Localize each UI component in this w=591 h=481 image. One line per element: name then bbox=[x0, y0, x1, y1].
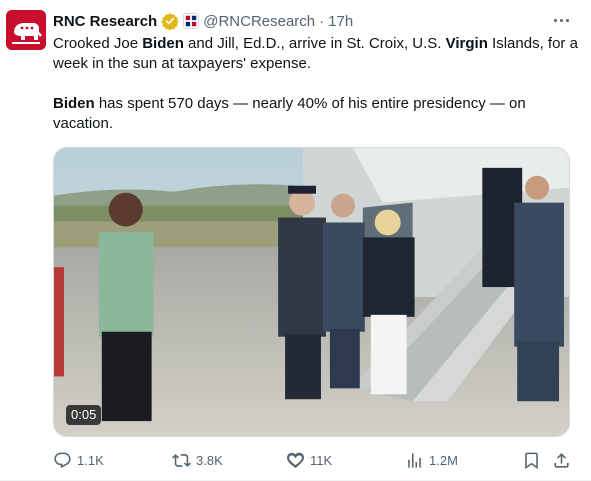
repost-count: 3.8K bbox=[196, 452, 223, 468]
video-duration: 0:05 bbox=[66, 405, 102, 425]
bold-text: Virgin bbox=[445, 35, 488, 52]
tweet-paragraph-1: Crooked Joe Biden and Jill, Ed.D., arriv… bbox=[53, 34, 578, 74]
reply-button[interactable]: 1.1K bbox=[53, 448, 104, 472]
tweet-text: Crooked Joe Biden and Jill, Ed.D., arriv… bbox=[53, 34, 578, 134]
video-player[interactable]: 0:05 bbox=[53, 147, 570, 437]
rnc-elephant-logo-icon bbox=[6, 10, 46, 50]
text-run: has spent 570 days — nearly 40% of his e… bbox=[53, 95, 526, 132]
share-button[interactable] bbox=[552, 448, 571, 472]
repost-button[interactable]: 3.8K bbox=[172, 448, 223, 472]
text-run: Crooked Joe bbox=[53, 35, 143, 52]
tweet-paragraph-2: Biden has spent 570 days — nearly 40% of… bbox=[53, 94, 578, 134]
text-run: and Jill, Ed.D., arrive in St. Croix, U.… bbox=[183, 35, 446, 52]
repost-icon bbox=[172, 453, 191, 467]
views-icon bbox=[408, 452, 421, 468]
share-icon bbox=[554, 452, 569, 468]
more-options-icon[interactable] bbox=[546, 12, 576, 28]
separator-dot: · bbox=[319, 12, 325, 30]
views-button[interactable]: 1.2M bbox=[405, 448, 458, 472]
author-handle[interactable]: @RNCResearch bbox=[203, 13, 315, 30]
bold-text: Biden bbox=[53, 95, 95, 112]
bold-text: Biden bbox=[142, 35, 184, 52]
video-thumbnail bbox=[54, 148, 569, 436]
bookmark-button[interactable] bbox=[522, 448, 541, 472]
bookmark-icon bbox=[525, 452, 538, 469]
action-bar: 1.1K 3.8K 11K 1.2M bbox=[50, 448, 576, 472]
tweet-header: RNC Research @RNCResearch · 17h bbox=[53, 11, 353, 31]
gold-verified-badge-icon[interactable] bbox=[161, 12, 179, 30]
tweet[interactable]: RNC Research @RNCResearch · 17h Crooked … bbox=[0, 0, 591, 481]
reply-icon bbox=[54, 452, 71, 468]
reply-count: 1.1K bbox=[77, 452, 104, 468]
avatar[interactable] bbox=[6, 10, 46, 50]
author-name[interactable]: RNC Research bbox=[53, 13, 157, 30]
views-count: 1.2M bbox=[429, 452, 458, 468]
like-count: 11K bbox=[310, 452, 333, 468]
timestamp[interactable]: 17h bbox=[328, 13, 353, 30]
affiliation-badge-icon[interactable] bbox=[183, 13, 200, 29]
like-button[interactable]: 11K bbox=[286, 448, 332, 472]
heart-icon bbox=[286, 452, 305, 468]
